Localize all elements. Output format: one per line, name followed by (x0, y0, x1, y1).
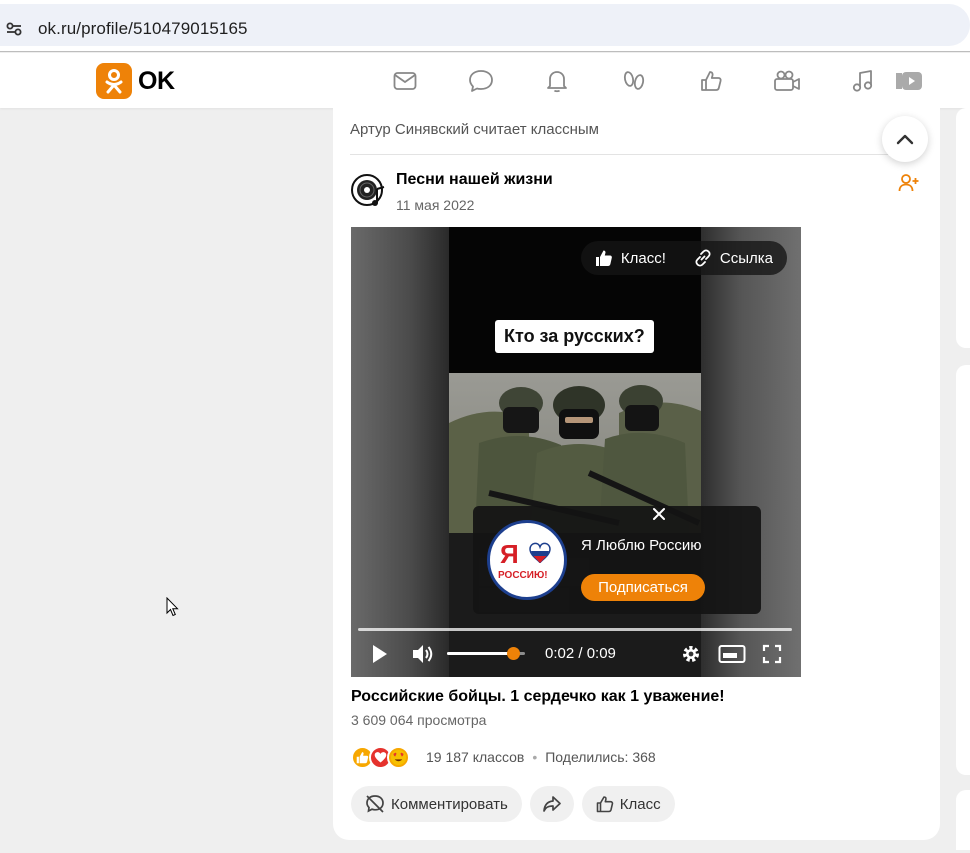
music-icon[interactable] (849, 67, 877, 95)
share-icon (542, 796, 561, 812)
separator-dot: • (532, 749, 538, 765)
link-icon (695, 249, 711, 267)
volume-icon[interactable] (411, 641, 435, 667)
ok-logo-icon (96, 63, 132, 99)
channel-logo[interactable]: Я РОССИЮ! (487, 520, 567, 600)
feed-post-card: Артур Синявский считает классным Песни н… (333, 108, 940, 840)
likes-icon[interactable] (697, 67, 725, 95)
guests-icon[interactable] (620, 67, 648, 95)
video-timecode: 0:02 / 0:09 (545, 645, 616, 662)
video-title[interactable]: Российские бойцы. 1 сердечко как 1 уваже… (351, 688, 725, 706)
shares-count[interactable]: Поделились: 368 (545, 749, 655, 765)
reaction-icons[interactable] (351, 746, 410, 769)
logo-caption: РОССИЮ! (498, 570, 548, 581)
omnibox[interactable]: ok.ru/profile/510479015165 (0, 4, 970, 46)
video-link-button[interactable]: Ссылка (680, 241, 787, 275)
settings-gear-icon[interactable] (680, 641, 702, 667)
video-link-label: Ссылка (719, 249, 773, 267)
overlay-close-icon[interactable] (648, 503, 670, 525)
video-top-actions: Класс! Ссылка (580, 241, 787, 275)
post-actions: Комментировать Класс (351, 786, 675, 822)
comment-label: Комментировать (391, 795, 508, 813)
join-group-icon[interactable] (898, 172, 920, 194)
love-eyes-reaction-icon (387, 746, 410, 769)
like-label: Класс (619, 795, 661, 813)
post-stats: 19 187 классов • Поделились: 368 (426, 749, 656, 765)
group-name[interactable]: Песни нашей жизни (396, 171, 553, 189)
thumbs-up-icon (595, 250, 612, 266)
video-class-button[interactable]: Класс! (581, 241, 680, 275)
comment-button[interactable]: Комментировать (351, 786, 522, 822)
volume-slider-fill (447, 652, 514, 655)
bell-icon[interactable] (543, 67, 571, 95)
video-blur-left (351, 227, 449, 677)
thumbs-up-icon (596, 796, 614, 813)
video-progress-bar[interactable] (358, 628, 792, 631)
fullscreen-icon[interactable] (762, 641, 782, 667)
video-player[interactable]: Кто за русских? Класс! Ссылка Я РОССИЮ! … (351, 227, 801, 677)
liked-by-text[interactable]: Артур Синявский считает классным (350, 121, 599, 138)
video-icon[interactable] (894, 67, 924, 95)
comments-disabled-icon (366, 795, 384, 813)
logo-letter: Я (500, 539, 519, 569)
chat-icon[interactable] (467, 67, 495, 95)
site-header: OK (0, 53, 970, 108)
mini-player-icon[interactable] (718, 641, 746, 667)
post-date[interactable]: 11 мая 2022 (396, 197, 474, 213)
video-camera-icon[interactable] (773, 67, 801, 95)
right-column-card (956, 790, 970, 850)
url-text[interactable]: ok.ru/profile/510479015165 (38, 19, 248, 39)
likes-count[interactable]: 19 187 классов (426, 749, 524, 765)
right-column-card (956, 108, 970, 348)
channel-name[interactable]: Я Люблю Россию (581, 537, 702, 554)
channel-subscribe-overlay: Я РОССИЮ! Я Люблю Россию Подписаться (473, 506, 761, 614)
ok-logo[interactable]: OK (96, 63, 175, 99)
like-button[interactable]: Класс (581, 786, 675, 822)
ok-logo-text: OK (138, 66, 175, 95)
mouse-cursor-icon (166, 596, 180, 617)
video-caption: Кто за русских? (495, 320, 654, 353)
share-button[interactable] (529, 786, 574, 822)
mail-icon[interactable] (391, 67, 419, 95)
right-column-card (956, 365, 970, 775)
group-avatar[interactable] (351, 173, 387, 209)
video-class-label: Класс! (620, 249, 666, 267)
subscribe-button[interactable]: Подписаться (581, 574, 705, 601)
chevron-up-icon (896, 134, 914, 145)
view-count: 3 609 064 просмотра (351, 712, 487, 728)
divider (350, 154, 905, 155)
scroll-to-top-button[interactable] (882, 116, 928, 162)
site-settings-icon[interactable] (2, 14, 26, 44)
play-icon[interactable] (371, 641, 389, 667)
browser-address-bar: ok.ru/profile/510479015165 (0, 0, 970, 52)
